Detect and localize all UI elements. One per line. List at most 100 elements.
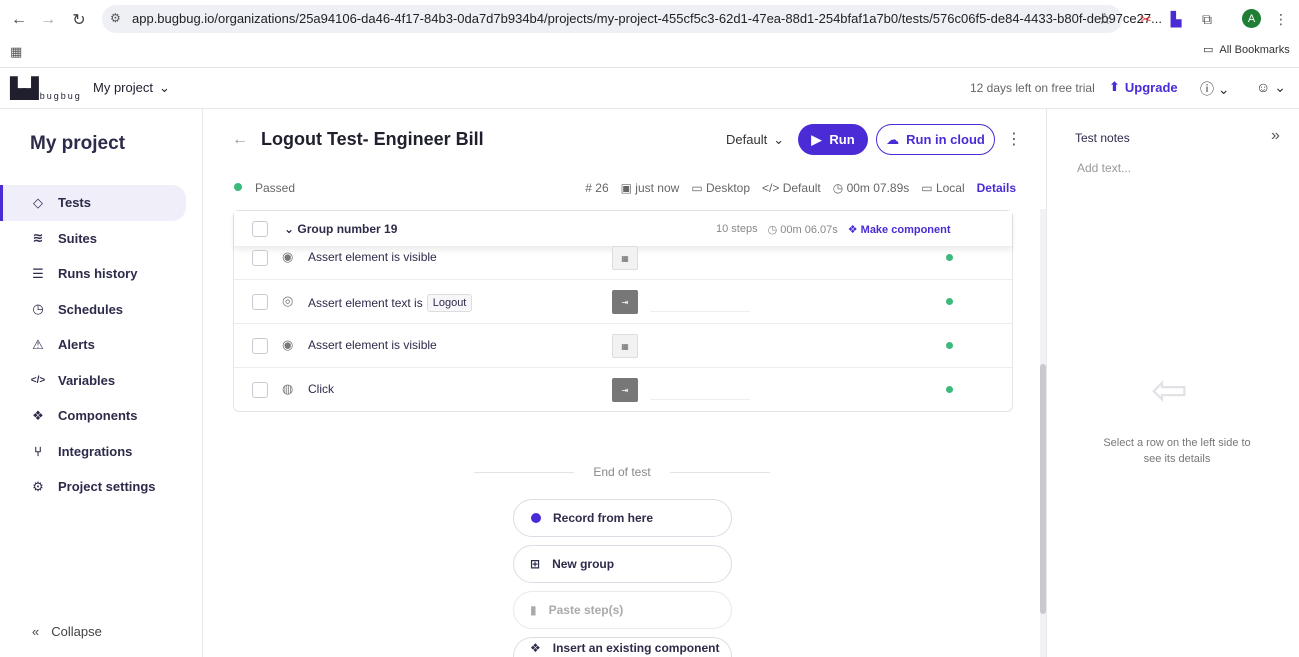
run-button[interactable]: ▶ Run	[798, 124, 868, 155]
double-chevron-left-icon: «	[32, 624, 40, 639]
chrome-menu-icon[interactable]: ⋮	[1271, 9, 1291, 29]
run-time: ▣ just now	[621, 181, 680, 195]
step-label: Assert element is visible	[308, 338, 437, 352]
bugbug-extension-icon[interactable]: ▙	[1166, 9, 1186, 29]
reload-icon[interactable]: ↻	[68, 9, 90, 31]
sidebar-item-components[interactable]: ❖ Components	[0, 398, 186, 434]
step-checkbox[interactable]	[252, 382, 268, 398]
end-of-test-divider: End of test	[474, 465, 770, 479]
site-info-icon[interactable]: ⚙	[110, 11, 121, 25]
sidebar-item-tests[interactable]: ◇ Tests	[0, 185, 186, 221]
paste-steps-button[interactable]: ▮ Paste step(s)	[513, 591, 732, 629]
run-meta: # 26 ▣ just now ▭ Desktop </> Default ◷ …	[585, 181, 1016, 195]
group-steps-count: 10 steps	[716, 223, 758, 235]
extension-icon[interactable]: ✂	[1136, 9, 1156, 29]
browser-chrome: ← → ↻ ⚙ app.bugbug.io/organizations/25a9…	[0, 0, 1299, 68]
sidebar-item-variables[interactable]: </> Variables	[0, 363, 186, 399]
bugbug-logo[interactable]: ▙▟ bugbug	[10, 76, 82, 101]
url-text[interactable]: app.bugbug.io/organizations/25a94106-da4…	[132, 11, 1162, 26]
logo-mark-icon: ▙▟	[10, 78, 39, 100]
all-bookmarks[interactable]: ▭ All Bookmarks	[1203, 43, 1290, 57]
step-text: Assert element text is Logout	[308, 294, 473, 312]
step-status-dot	[946, 298, 953, 305]
step-screenshot-thumbnail[interactable]: ▦	[612, 334, 638, 358]
group-meta: 10 steps ◷ 00m 06.07s ❖ Make component	[716, 223, 951, 236]
run-duration-label: 00m 07.89s	[846, 181, 910, 195]
sidebar-item-suites[interactable]: ≋ Suites	[0, 221, 186, 257]
collapse-sidebar-button[interactable]: « Collapse	[32, 624, 102, 639]
group-name[interactable]: ⌄ Group number 19	[284, 222, 397, 236]
run-device-label: Desktop	[706, 181, 751, 195]
help-menu[interactable]: ⓘ ⌄	[1200, 79, 1230, 99]
play-icon: ▶	[811, 131, 822, 147]
run-in-cloud-label: Run in cloud	[906, 132, 985, 147]
notes-input[interactable]: Add text...	[1077, 161, 1131, 175]
step-screenshot-thumbnail[interactable]: ▦	[612, 246, 638, 270]
double-chevron-right-icon[interactable]: »	[1271, 127, 1280, 145]
details-link[interactable]: Details	[977, 181, 1016, 195]
sidebar-item-label: Variables	[58, 372, 116, 388]
group-checkbox[interactable]	[252, 221, 268, 237]
upgrade-button[interactable]: ⬆ Upgrade	[1109, 79, 1178, 95]
run-in-cloud-button[interactable]: ☁ Run in cloud	[876, 124, 995, 155]
clock-icon: ◷	[767, 224, 781, 236]
sidebar-item-alerts[interactable]: ⚠ Alerts	[0, 327, 186, 363]
step-row[interactable]: ◉ Assert element is visible ▦	[234, 324, 1012, 368]
chevron-down-icon: ⌄	[1217, 81, 1230, 97]
back-icon[interactable]: ←	[8, 9, 30, 31]
sidebar-item-label: Tests	[58, 195, 91, 211]
profile-selector[interactable]: Default ⌄	[726, 132, 784, 148]
code-icon: </>	[30, 374, 46, 386]
run-time-label: just now	[635, 181, 680, 195]
address-bar[interactable]: ⚙ app.bugbug.io/organizations/25a94106-d…	[102, 5, 1162, 33]
record-from-here-button[interactable]: Record from here	[513, 499, 732, 537]
user-menu[interactable]: ☺ ⌄	[1256, 79, 1286, 96]
test-notes-title: Test notes	[1075, 131, 1130, 145]
clock-history-icon: ◷	[32, 301, 44, 317]
insert-label: Insert an existing component	[552, 640, 720, 655]
run-location-label: Local	[935, 181, 965, 195]
thumbnail-divider	[650, 399, 750, 400]
new-group-button[interactable]: ⊞ New group	[513, 545, 732, 583]
select-row-hint: Select a row on the left side to see its…	[1103, 437, 1251, 465]
plus-square-icon: ⊞	[530, 557, 541, 571]
step-status-dot	[946, 342, 953, 349]
folder-icon: ▭	[1203, 44, 1214, 56]
thumbnail-divider	[650, 311, 750, 312]
forward-icon[interactable]: →	[37, 9, 59, 31]
gear-icon: ⚙	[32, 478, 44, 494]
step-row[interactable]: ◎ Assert element text is Logout ⇥	[234, 280, 1012, 324]
step-checkbox[interactable]	[252, 338, 268, 354]
back-arrow-icon[interactable]: ←	[232, 131, 248, 149]
puzzle-icon[interactable]: ⧉	[1197, 9, 1217, 29]
sidebar-item-runs-history[interactable]: ☰ Runs history	[0, 256, 186, 292]
bookmark-star-icon[interactable]: ☆	[1098, 9, 1112, 29]
step-row[interactable]: ◉ Assert element is visible ▦	[234, 236, 1012, 280]
code-icon: </>	[762, 181, 783, 195]
calendar-icon: ▣	[620, 181, 636, 195]
eye-icon: ◉	[282, 249, 294, 264]
sidebar-item-project-settings[interactable]: ⚙ Project settings	[0, 469, 186, 505]
step-checkbox[interactable]	[252, 250, 268, 266]
run-profile-label: Default	[782, 181, 821, 195]
help-icon: ⓘ	[1200, 81, 1214, 97]
test-notes-panel: Test notes » Add text... ⇦ Select a row …	[1046, 109, 1299, 657]
make-component-button[interactable]: ❖ Make component	[848, 223, 951, 236]
new-group-label: New group	[552, 557, 615, 571]
more-options-icon[interactable]: ⋮	[1006, 129, 1022, 149]
sidebar-item-schedules[interactable]: ◷ Schedules	[0, 292, 186, 328]
step-value: Logout	[426, 294, 473, 312]
sidebar-item-integrations[interactable]: ⑂ Integrations	[0, 434, 186, 470]
test-title[interactable]: Logout Test- Engineer Bill	[261, 129, 484, 150]
step-row[interactable]: ◍ Click ⇥	[234, 368, 1012, 412]
profile-avatar[interactable]: A	[1242, 9, 1261, 28]
eye-icon: ◉	[282, 337, 294, 352]
step-screenshot-thumbnail[interactable]: ⇥	[612, 290, 638, 314]
step-screenshot-thumbnail[interactable]: ⇥	[612, 378, 638, 402]
step-checkbox[interactable]	[252, 294, 268, 310]
apps-grid-icon[interactable]: ▦	[10, 44, 22, 60]
chevron-down-icon[interactable]: ⌄	[284, 222, 297, 236]
project-selector[interactable]: My project ⌄	[93, 80, 170, 96]
insert-component-button[interactable]: ❖ Insert an existing component	[513, 637, 732, 657]
chevron-down-icon: ⌄	[158, 80, 170, 95]
